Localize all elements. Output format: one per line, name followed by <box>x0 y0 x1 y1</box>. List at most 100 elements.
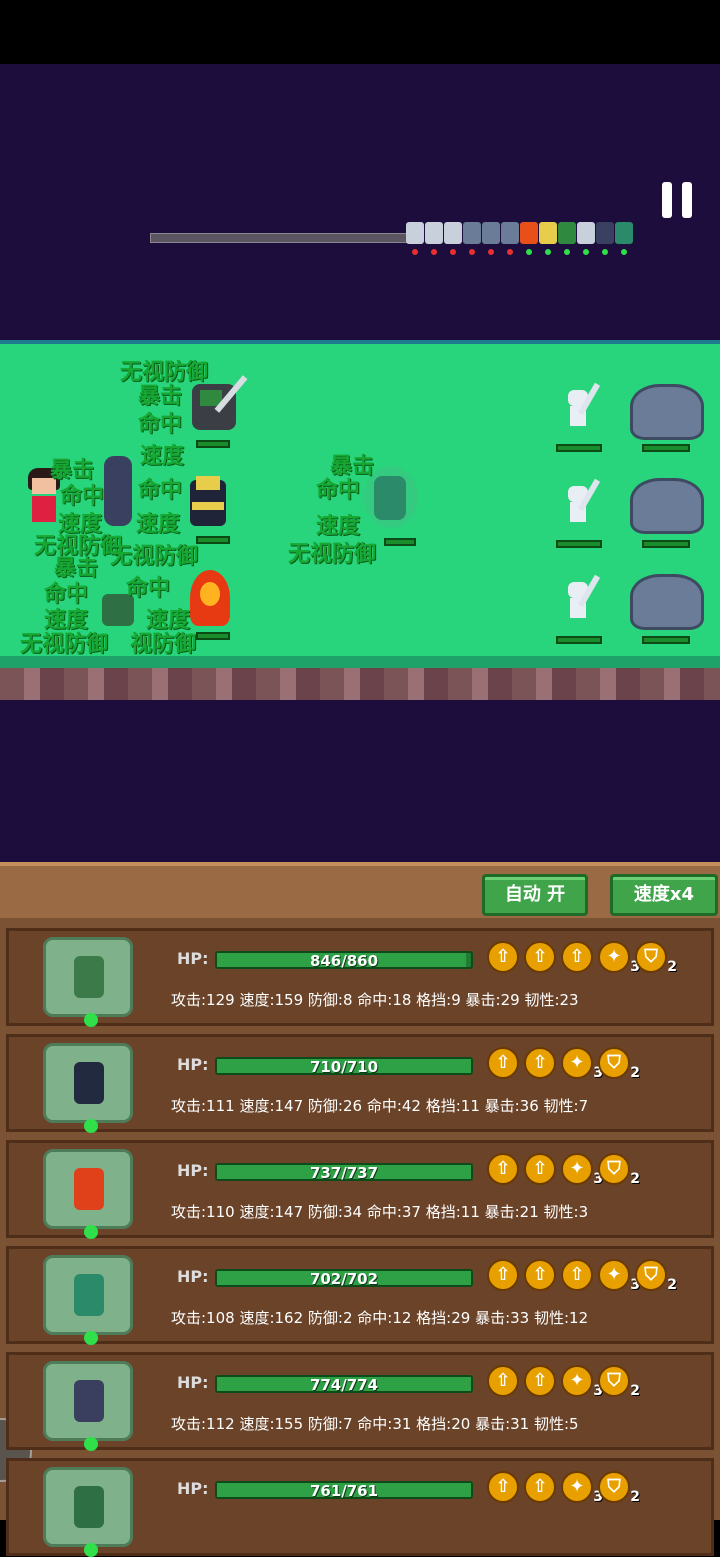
attack-up-buff-icon: ⇧ <box>487 1153 519 1185</box>
ally-turn-dot <box>545 249 551 255</box>
queue-unit-icon <box>577 222 595 244</box>
pause-button[interactable] <box>662 182 694 218</box>
enemy-skeleton <box>560 574 601 626</box>
hp-label: HP: <box>177 1161 209 1180</box>
hero-card[interactable]: HP: 846/860 攻击:129 速度:159 防御:8 命中:18 格挡:9 … <box>6 928 714 1027</box>
underground <box>0 700 720 862</box>
enemy-rock-golem <box>630 574 704 630</box>
shield-buff-icon: ⛉ 2 <box>598 1471 640 1505</box>
queue-unit-icon <box>482 222 500 244</box>
hero-avatar-icon <box>74 1274 104 1316</box>
ally-turn-dot <box>564 249 570 255</box>
shield-buff-icon: ⛉ 2 <box>598 1047 640 1081</box>
ally-turn-dot <box>621 249 627 255</box>
shield-buff-icon: ⛉ 2 <box>635 941 677 975</box>
attack-up-buff-icon: ⇧ <box>487 941 519 973</box>
attack-up-buff-icon: ⇧ <box>487 1365 519 1397</box>
enemy-turn-dot <box>488 249 494 255</box>
unit-hp-bar <box>384 538 416 546</box>
floating-buff-text: 命中 <box>316 478 361 503</box>
queue-unit-icon <box>444 222 462 244</box>
ally-turn-dot <box>602 249 608 255</box>
hero-hp-bar: 710/710 <box>215 1057 473 1076</box>
hero-avatar-icon <box>74 1380 104 1422</box>
crit-buff-icon: ✦ 3 <box>561 1471 603 1505</box>
hero-panel-header: 自动 开 速度x4 <box>0 862 720 918</box>
queue-unit-icon <box>520 222 538 244</box>
attack-up-buff-icon: ⇧ <box>561 1259 593 1291</box>
hero-alive-indicator <box>84 1543 98 1557</box>
crit-buff-icon: ✦ 3 <box>561 1153 603 1187</box>
enemy-skeleton <box>560 478 601 530</box>
hero-portrait[interactable] <box>43 1361 133 1451</box>
hero-hp-value: 761/761 <box>309 1482 379 1500</box>
crit-buff-icon: ✦ 3 <box>598 1259 640 1293</box>
hero-stats: 攻击:108 速度:162 防御:2 命中:12 格挡:29 暴击:33 韧性:… <box>171 1309 589 1327</box>
hero-card[interactable]: HP: 761/761 ⇧ ⇧ ✦ 3 ⛉ 2 <box>6 1458 714 1557</box>
hero-stats: 攻击:112 速度:155 防御:7 命中:31 格挡:20 暴击:31 韧性:… <box>171 1415 579 1433</box>
hero-card[interactable]: HP: 702/702 攻击:108 速度:162 防御:2 命中:12 格挡:29… <box>6 1246 714 1345</box>
attack-up-buff-icon: ⇧ <box>487 1471 519 1503</box>
hp-label: HP: <box>177 1055 209 1074</box>
queue-unit-icon <box>406 222 424 244</box>
attack-up-buff-icon: ⇧ <box>524 1153 556 1185</box>
turn-order-queue <box>406 212 646 256</box>
hero-avatar-icon <box>74 1062 104 1104</box>
unit-hp-bar <box>196 440 230 448</box>
ally-turn-dot <box>526 249 532 255</box>
queue-unit-icon <box>539 222 557 244</box>
floating-buff-text: 无视防御 <box>288 542 377 567</box>
hp-label: HP: <box>177 1267 209 1286</box>
hero-alive-indicator <box>84 1437 98 1451</box>
battle-sky-area <box>0 64 720 340</box>
hero-portrait[interactable] <box>43 1043 133 1133</box>
queue-unit-icon <box>615 222 633 244</box>
speed-button[interactable]: 速度x4 <box>610 874 718 916</box>
crit-buff-icon: ✦ 3 <box>598 941 640 975</box>
hero-hp-bar: 702/702 <box>215 1269 473 1288</box>
unit-hp-bar <box>642 636 690 644</box>
ground-dirt <box>0 668 720 704</box>
hero-portrait[interactable] <box>43 1149 133 1239</box>
hero-portrait[interactable] <box>43 1255 133 1345</box>
hero-portrait[interactable] <box>43 1467 133 1557</box>
enemy-turn-dot <box>507 249 513 255</box>
hero-hp-bar: 737/737 <box>215 1163 473 1182</box>
floating-buff-text: 命中 <box>138 412 183 437</box>
hero-avatar-icon <box>74 956 104 998</box>
hero-card[interactable]: HP: 710/710 攻击:111 速度:147 防御:26 命中:42 格挡:1… <box>6 1034 714 1133</box>
enemy-turn-dot <box>431 249 437 255</box>
enemy-skeleton <box>560 382 601 434</box>
floating-buff-text: 速度 <box>140 444 185 469</box>
enemy-turn-dot <box>469 249 475 255</box>
hero-hp-bar: 846/860 <box>215 951 473 970</box>
hero-hp-value: 737/737 <box>309 1164 379 1182</box>
auto-battle-button[interactable]: 自动 开 <box>482 874 588 916</box>
hero-portrait[interactable] <box>43 937 133 1027</box>
hero-hp-value: 774/774 <box>309 1376 379 1394</box>
floating-buff-text: 命中 <box>126 576 171 601</box>
enemy-rock-golem <box>630 384 704 440</box>
hero-avatar-icon <box>74 1486 104 1528</box>
attack-up-buff-icon: ⇧ <box>524 941 556 973</box>
enemy-turn-dot <box>412 249 418 255</box>
hero-unit-dark-knight <box>180 472 236 530</box>
enemy-turn-dot <box>450 249 456 255</box>
hero-stats: 攻击:111 速度:147 防御:26 命中:42 格挡:11 暴击:36 韧性… <box>171 1097 589 1115</box>
hero-card[interactable]: HP: 737/737 攻击:110 速度:147 防御:34 命中:37 格挡:1… <box>6 1140 714 1239</box>
hero-alive-indicator <box>84 1225 98 1239</box>
hero-card[interactable]: HP: 774/774 攻击:112 速度:155 防御:7 命中:31 格挡:20… <box>6 1352 714 1451</box>
unit-hp-bar <box>642 540 690 548</box>
shield-buff-icon: ⛉ 2 <box>598 1153 640 1187</box>
hero-hp-bar: 774/774 <box>215 1375 473 1394</box>
hp-label: HP: <box>177 1479 209 1498</box>
unit-hp-bar <box>196 536 230 544</box>
crit-buff-icon: ✦ 3 <box>561 1047 603 1081</box>
unit-hp-bar <box>556 540 602 548</box>
queue-unit-icon <box>596 222 614 244</box>
shield-buff-icon: ⛉ 2 <box>598 1365 640 1399</box>
hero-hp-value: 702/702 <box>309 1270 379 1288</box>
hero-avatar-icon <box>74 1168 104 1210</box>
hero-hp-value: 710/710 <box>309 1058 379 1076</box>
hero-stats: 攻击:110 速度:147 防御:34 命中:37 格挡:11 暴击:21 韧性… <box>171 1203 589 1221</box>
